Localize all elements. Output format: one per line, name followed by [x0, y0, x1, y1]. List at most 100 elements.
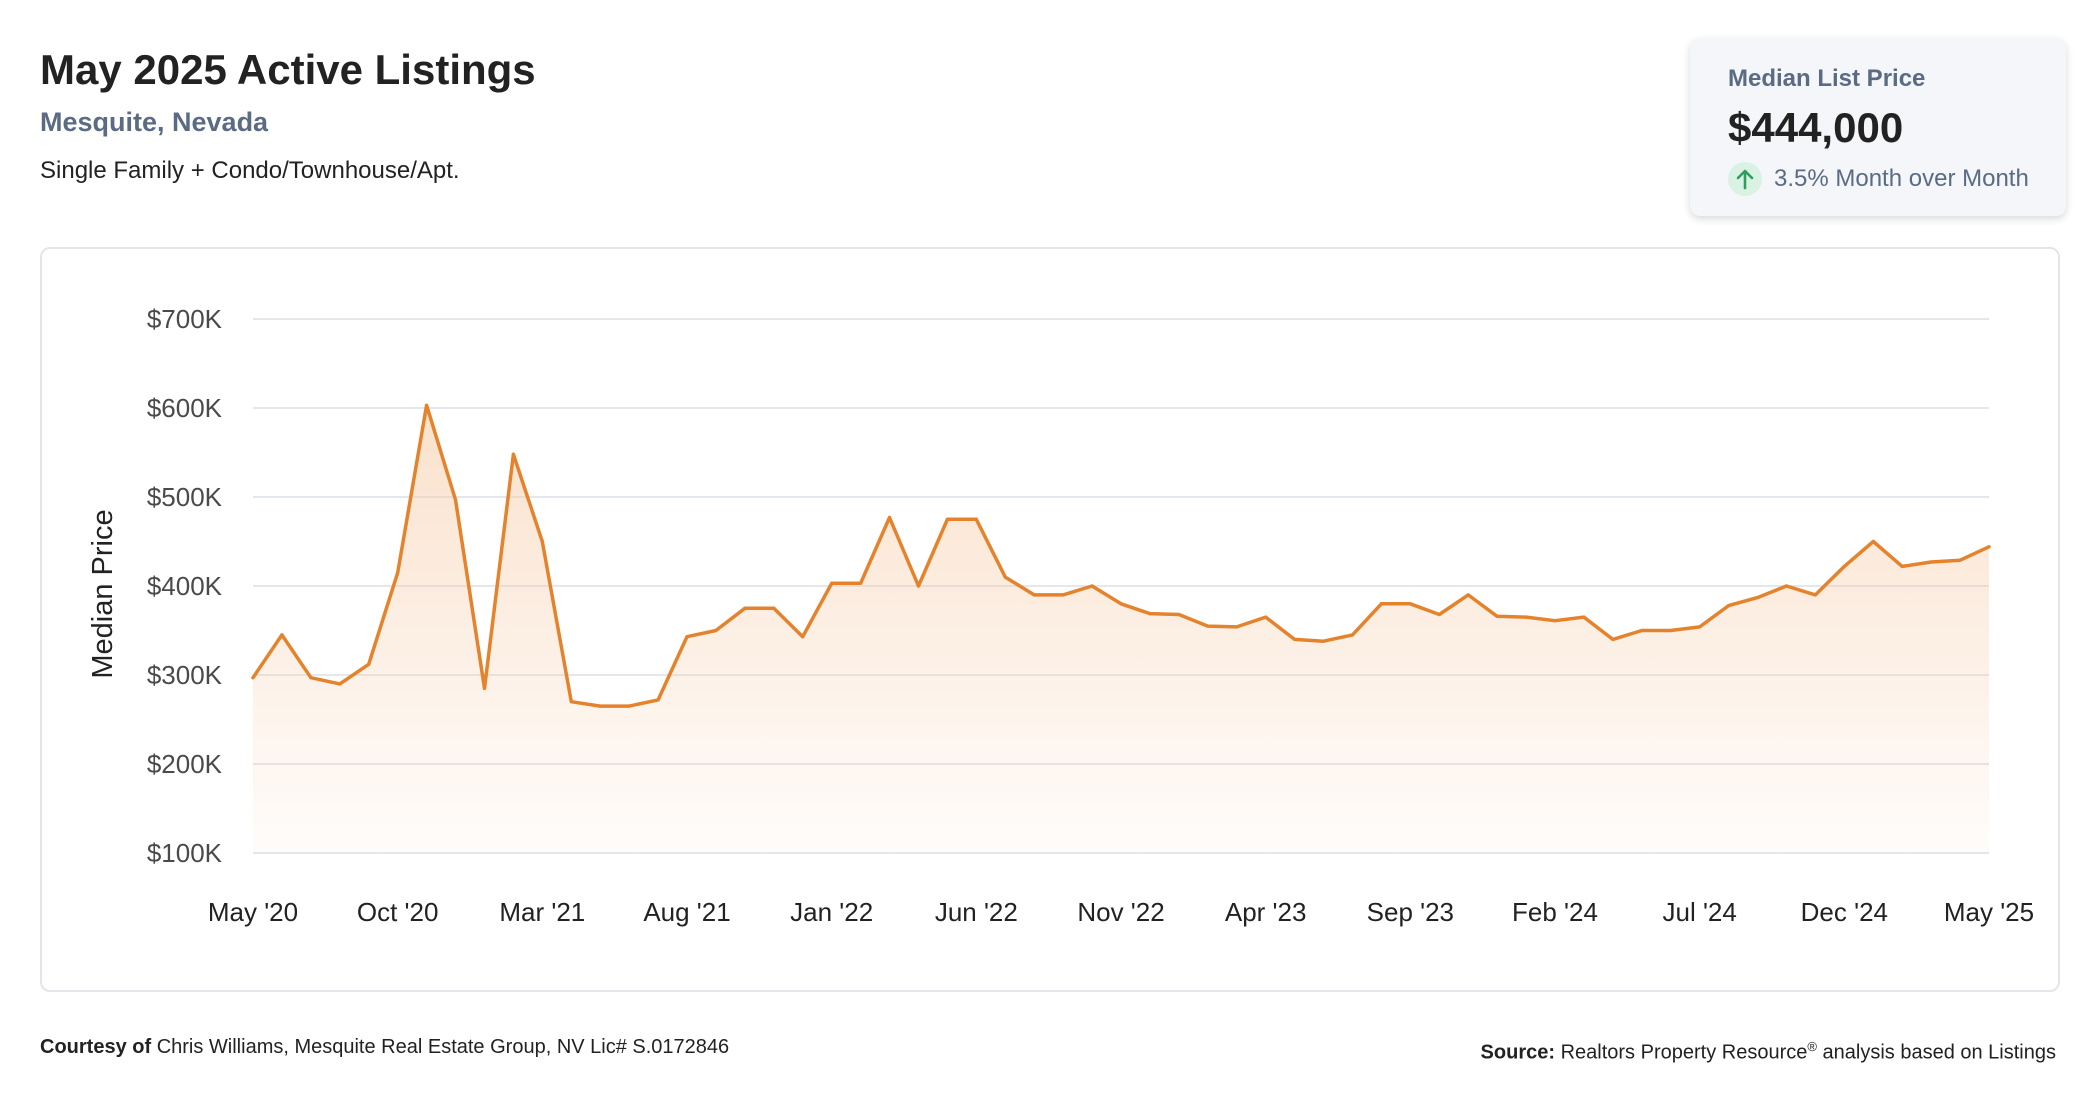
data-point [1032, 593, 1036, 597]
data-point [772, 606, 776, 610]
location-subtitle: Mesquite, Nevada [40, 107, 269, 137]
data-point [1784, 584, 1789, 588]
area-fill [253, 405, 1989, 853]
y-axis-label: Median Price [87, 509, 119, 678]
area-layer [251, 403, 1991, 853]
data-point [1813, 593, 1817, 597]
y-tick-label: $200K [147, 749, 223, 779]
x-axis: May '20 Oct '20 Mar '21 Aug '21 Jan '22 Jun '… [208, 897, 2034, 927]
data-point [1553, 619, 1557, 623]
chart-panel: $100K $200K $300K $400K $500K $600K $700K May … [40, 247, 2060, 992]
data-point [1437, 612, 1441, 617]
y-tick-label: $700K [147, 304, 223, 334]
data-point [714, 628, 718, 633]
data-point [1119, 602, 1123, 606]
x-tick-label: Aug '21 [643, 897, 730, 927]
data-point [1206, 624, 1210, 628]
courtesy-label: Courtesy of [40, 1036, 152, 1058]
x-tick-label: Oct '20 [357, 897, 439, 927]
data-point [1900, 564, 1904, 569]
data-point [656, 698, 660, 702]
data-point [280, 633, 284, 637]
x-tick-label: Dec '24 [1801, 897, 1888, 927]
data-point [801, 635, 805, 639]
data-point [251, 676, 255, 680]
data-point [569, 700, 573, 704]
data-point [338, 682, 342, 686]
data-point [1958, 558, 1962, 562]
data-point [830, 581, 834, 585]
data-point [1061, 593, 1065, 597]
x-tick-label: Jan '22 [790, 897, 873, 927]
x-tick-label: Apr '23 [1225, 897, 1307, 927]
x-tick-label: May '25 [1944, 897, 2034, 927]
kpi-value: $444,000 [1728, 104, 1904, 151]
y-tick-label: $600K [147, 393, 223, 423]
y-tick-label: $100K [147, 838, 223, 868]
data-point [1466, 593, 1470, 597]
property-type-subtitle: Single Family + Condo/Townhouse/Apt. [40, 157, 460, 184]
courtesy-footer: Courtesy of Chris Williams, Mesquite Rea… [40, 1034, 729, 1060]
median-list-price-card: Median List Price $444,000 3.5% Month ov… [1690, 38, 2066, 216]
data-point [1611, 637, 1615, 641]
data-point [1669, 628, 1673, 633]
header: May 2025 Active Listings Mesquite, Nevad… [40, 44, 536, 186]
data-point [974, 517, 978, 521]
kpi-label: Median List Price [1728, 65, 1926, 92]
data-point [1177, 612, 1181, 617]
data-point [1929, 560, 1933, 564]
registered-mark: ® [1807, 1039, 1817, 1054]
data-point [453, 498, 458, 502]
x-tick-label: Feb '24 [1512, 897, 1598, 927]
data-point [1235, 625, 1239, 629]
data-point [1842, 564, 1846, 569]
data-point [887, 515, 892, 520]
data-point [396, 571, 400, 575]
data-point [1264, 615, 1268, 619]
data-point [945, 517, 950, 521]
x-tick-label: Sep '23 [1367, 897, 1454, 927]
kpi-change-text: 3.5% Month over Month [1774, 165, 2029, 192]
data-point [916, 584, 921, 588]
data-point [1090, 584, 1094, 588]
data-point [1321, 639, 1326, 643]
x-tick-label: Mar '21 [499, 897, 585, 927]
data-point [1698, 625, 1702, 629]
data-point [859, 581, 863, 585]
data-point [1640, 628, 1644, 633]
x-tick-label: Jun '22 [935, 897, 1018, 927]
source-label: Source: [1480, 1041, 1556, 1064]
data-point [1148, 611, 1152, 616]
data-point [1408, 602, 1412, 606]
data-point [425, 403, 429, 407]
data-point [309, 676, 313, 680]
data-point [1003, 575, 1007, 579]
data-point [1582, 615, 1586, 619]
data-point [598, 704, 602, 708]
data-point [1727, 603, 1731, 608]
data-point [540, 539, 544, 544]
courtesy-text: Chris Williams, Mesquite Real Estate Gro… [156, 1036, 730, 1058]
y-tick-label: $300K [147, 660, 223, 690]
source-footer: Source: Realtors Property Resource® anal… [1481, 1034, 2056, 1066]
data-point [743, 606, 747, 610]
data-point [685, 635, 689, 639]
data-point [627, 704, 631, 708]
data-point [367, 662, 371, 666]
kpi-change: 3.5% Month over Month [1728, 162, 2066, 196]
data-point [1524, 615, 1528, 619]
x-tick-label: Nov '22 [1077, 897, 1164, 927]
x-tick-label: Jul '24 [1662, 897, 1736, 927]
x-tick-label: May '20 [208, 897, 298, 927]
data-point [482, 686, 487, 690]
data-point [1495, 614, 1499, 618]
source-name: Realtors Property Resource [1560, 1041, 1808, 1064]
median-price-chart: $100K $200K $300K $400K $500K $600K $700K May … [87, 304, 2034, 927]
y-tick-label: $500K [147, 482, 223, 512]
data-point [1350, 633, 1355, 637]
data-point [1987, 545, 1991, 549]
data-point [1871, 539, 1875, 544]
page-title: May 2025 Active Listings [40, 46, 536, 93]
data-point [1293, 637, 1297, 641]
data-point [1755, 595, 1760, 600]
